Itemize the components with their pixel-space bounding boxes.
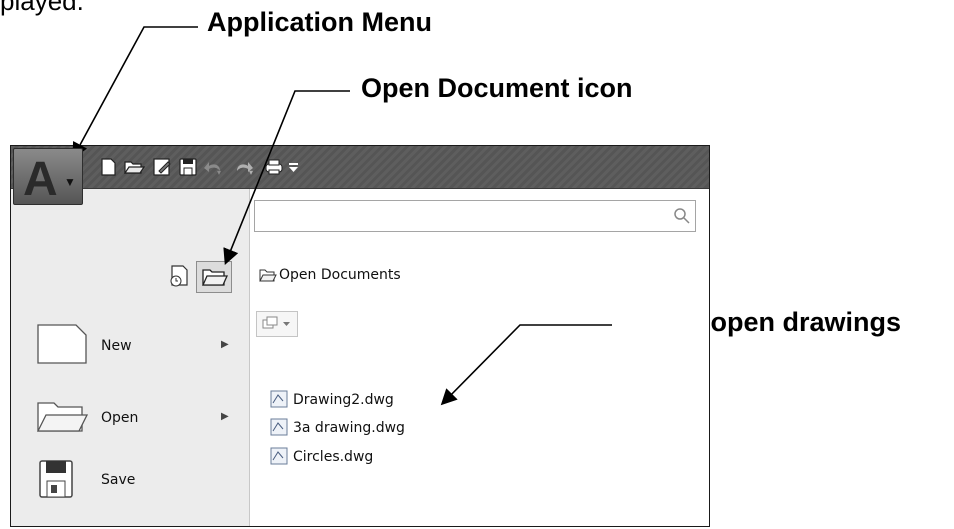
file-name: Circles.dwg [293,449,374,465]
menu-item-new-label: New [101,338,132,354]
menu-item-new[interactable]: New ▶ [36,323,236,373]
menu-item-open-label: Open [101,410,139,426]
open-folder-icon [36,402,89,432]
new-icon[interactable] [97,157,119,177]
saveas-icon[interactable] [151,157,173,177]
search-input[interactable] [254,200,696,232]
autocad-a-icon: A [23,153,58,206]
leader-application-menu [72,26,198,159]
file-item-drawing2[interactable]: Drawing2.dwg [269,389,394,415]
svg-text:▾: ▾ [217,168,221,177]
file-name: 3a drawing.dwg [293,420,405,436]
chevron-down-icon: ▼ [64,175,76,189]
menu-item-save-label: Save [101,472,136,488]
file-name: Drawing2.dwg [293,392,394,408]
dwg-file-icon [270,390,288,408]
open-documents-heading: Open Documents [279,267,401,283]
submenu-arrow-icon: ▶ [221,411,229,422]
callout-open-document-icon: Open Document icon [361,73,633,103]
open-documents-icon[interactable] [196,261,232,293]
menu-item-save[interactable]: Save [36,457,236,507]
application-menu-window: ▾ ▾ A ▼ New ▶ Open ▶ Save Open Documents… [10,145,710,527]
caption-fragment: played. [0,0,84,16]
redo-icon[interactable]: ▾ [233,157,255,177]
title-bar: ▾ ▾ [11,146,709,189]
save-icon[interactable] [177,157,199,177]
submenu-arrow-icon: ▶ [221,339,229,350]
dwg-file-icon [270,447,288,465]
view-mode-dropdown[interactable] [256,311,298,337]
plot-icon[interactable] [263,157,285,177]
right-pane [250,189,709,526]
customize-dropdown-icon[interactable] [287,157,301,177]
dwg-file-icon [270,418,288,436]
svg-text:▾: ▾ [249,168,253,177]
open-documents-folder-icon [259,267,277,288]
callout-application-menu: Application Menu [207,7,432,37]
file-item-3a-drawing[interactable]: 3a drawing.dwg [269,417,405,443]
search-icon [673,207,691,230]
new-document-icon [37,324,87,364]
menu-item-open[interactable]: Open ▶ [36,395,236,445]
recent-documents-icon[interactable] [166,263,192,289]
save-icon [39,460,73,498]
application-menu-button[interactable]: A ▼ [13,148,83,206]
open-icon[interactable] [123,157,146,177]
undo-icon[interactable]: ▾ [203,157,225,177]
file-item-circles[interactable]: Circles.dwg [269,446,373,472]
